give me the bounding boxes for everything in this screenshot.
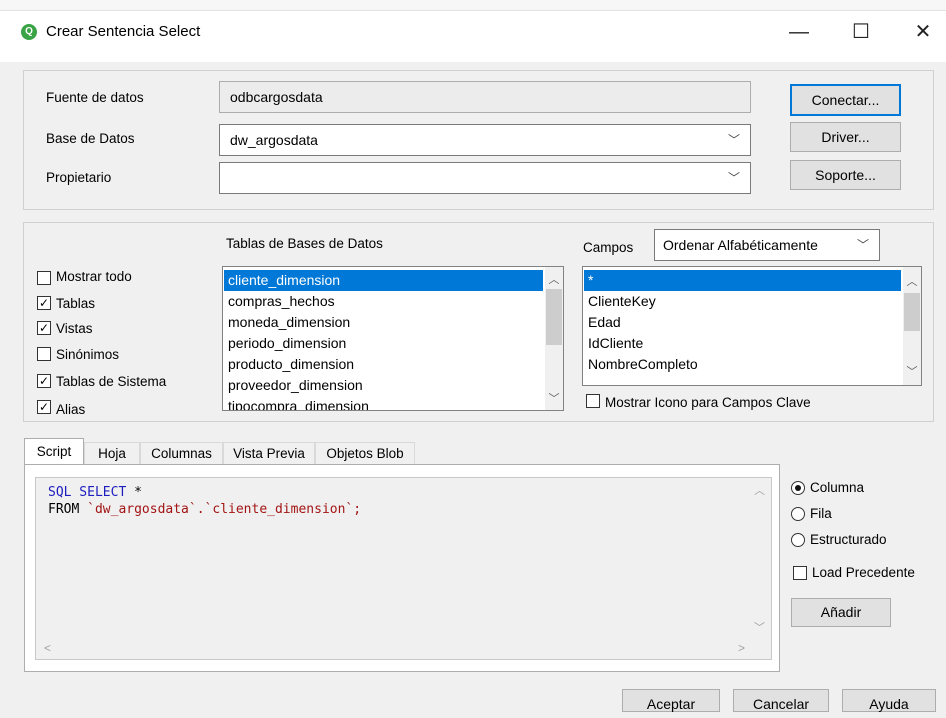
tablas-sistema-label: Tablas de Sistema <box>56 374 167 389</box>
field-list-item[interactable]: * <box>584 270 901 291</box>
fields-header: Campos <box>583 240 634 255</box>
tab-hoja[interactable]: Hoja <box>84 442 140 464</box>
table-list-item[interactable]: cliente_dimension <box>224 270 543 291</box>
alias-label: Alias <box>56 402 86 417</box>
minimize-icon[interactable]: — <box>776 14 822 50</box>
tab-script[interactable]: Script <box>24 438 84 465</box>
soporte-button[interactable]: Soporte... <box>790 160 901 190</box>
field-list-item[interactable]: IdCliente <box>584 333 901 354</box>
mostrar-icono-label: Mostrar Icono para Campos Clave <box>605 395 811 410</box>
scroll-thumb[interactable] <box>546 289 562 345</box>
scroll-up-icon[interactable]: ︿ <box>754 482 765 498</box>
tab-columnas[interactable]: Columnas <box>140 442 223 464</box>
fuente-field: odbcargosdata <box>219 81 751 113</box>
sinonimos-checkbox[interactable] <box>37 347 51 361</box>
scroll-up-icon[interactable]: ︿ <box>903 273 921 289</box>
script-line-2: FROM `dw_argosdata`.`cliente_dimension`; <box>48 502 362 517</box>
table-list-item[interactable]: producto_dimension <box>224 354 543 375</box>
columna-label: Columna <box>810 480 865 495</box>
table-list-item[interactable]: tipocompra_dimension <box>224 396 543 410</box>
tab-vista-previa[interactable]: Vista Previa <box>223 442 315 464</box>
alias-checkbox[interactable]: ✓ <box>37 400 51 414</box>
qlik-logo-icon: Q <box>21 24 37 40</box>
propietario-label: Propietario <box>46 170 112 185</box>
tables-scrollbar[interactable]: ︿ ﹀ <box>545 267 563 410</box>
table-list-item[interactable]: proveedor_dimension <box>224 375 543 396</box>
estructurado-label: Estructurado <box>810 532 887 547</box>
script-line-1: SQL SELECT * <box>48 485 142 500</box>
check-icon: ✓ <box>38 400 50 414</box>
propietario-select[interactable]: ﹀ <box>219 162 751 194</box>
fila-radio[interactable] <box>791 507 805 521</box>
base-select[interactable]: dw_argosdata ﹀ <box>219 124 751 156</box>
field-list-item[interactable]: NombreCompleto <box>584 354 901 375</box>
base-label: Base de Datos <box>46 131 135 146</box>
script-editor[interactable]: SQL SELECT * FROM `dw_argosdata`.`client… <box>35 477 772 660</box>
background-window-strip <box>0 0 946 11</box>
window-title: Crear Sentencia Select <box>46 23 201 40</box>
sort-select[interactable]: Ordenar Alfabéticamente ﹀ <box>654 229 880 261</box>
table-list-item[interactable]: moneda_dimension <box>224 312 543 333</box>
scroll-down-icon[interactable]: ﹀ <box>545 390 563 406</box>
scroll-down-icon[interactable]: ﹀ <box>903 363 921 379</box>
scroll-left-icon[interactable]: < <box>44 641 51 655</box>
chevron-down-icon: ﹀ <box>856 238 869 252</box>
aceptar-button[interactable]: Aceptar <box>622 689 720 712</box>
mostrar-todo-checkbox[interactable] <box>37 271 51 285</box>
vistas-label: Vistas <box>56 321 93 336</box>
estructurado-radio[interactable] <box>791 533 805 547</box>
table-list-item[interactable]: compras_hechos <box>224 291 543 312</box>
load-precedente-label: Load Precedente <box>812 565 915 580</box>
chevron-down-icon: ﹀ <box>727 171 740 185</box>
driver-button[interactable]: Driver... <box>790 122 901 152</box>
columna-radio[interactable] <box>791 481 805 495</box>
tab-objetos-blob[interactable]: Objetos Blob <box>315 442 415 464</box>
table-list-item[interactable]: periodo_dimension <box>224 333 543 354</box>
load-precedente-checkbox[interactable] <box>793 566 807 580</box>
check-icon: ✓ <box>38 296 50 310</box>
tablas-sistema-checkbox[interactable]: ✓ <box>37 374 51 388</box>
scroll-thumb[interactable] <box>904 293 920 331</box>
tables-list[interactable]: cliente_dimension compras_hechos moneda_di… <box>222 266 564 411</box>
check-icon: ✓ <box>38 374 50 388</box>
conectar-button[interactable]: Conectar... <box>790 84 901 116</box>
mostrar-icono-checkbox[interactable] <box>586 394 600 408</box>
close-icon[interactable]: ✕ <box>900 14 946 50</box>
maximize-icon[interactable]: ☐ <box>838 14 884 50</box>
tables-header: Tablas de Bases de Datos <box>226 236 383 251</box>
mostrar-todo-label: Mostrar todo <box>56 269 132 284</box>
scroll-right-icon[interactable]: > <box>738 641 745 655</box>
scroll-up-icon[interactable]: ︿ <box>545 271 563 287</box>
check-icon: ✓ <box>38 321 50 335</box>
ayuda-button[interactable]: Ayuda <box>842 689 936 712</box>
scroll-down-icon[interactable]: ﹀ <box>754 619 765 635</box>
fields-list[interactable]: * ClienteKey Edad IdCliente NombreCompleto ︿… <box>582 266 922 386</box>
fuente-label: Fuente de datos <box>46 90 144 105</box>
cancelar-button[interactable]: Cancelar <box>733 689 829 712</box>
anadir-button[interactable]: Añadir <box>791 598 891 627</box>
field-list-item[interactable]: Edad <box>584 312 901 333</box>
tablas-checkbox[interactable]: ✓ <box>37 296 51 310</box>
fields-scrollbar[interactable]: ︿ ﹀ <box>903 267 921 385</box>
fila-label: Fila <box>810 506 832 521</box>
vistas-checkbox[interactable]: ✓ <box>37 321 51 335</box>
tablas-label: Tablas <box>56 296 96 311</box>
sinonimos-label: Sinónimos <box>56 347 120 362</box>
field-list-item[interactable]: ClienteKey <box>584 291 901 312</box>
chevron-down-icon: ﹀ <box>727 133 740 147</box>
